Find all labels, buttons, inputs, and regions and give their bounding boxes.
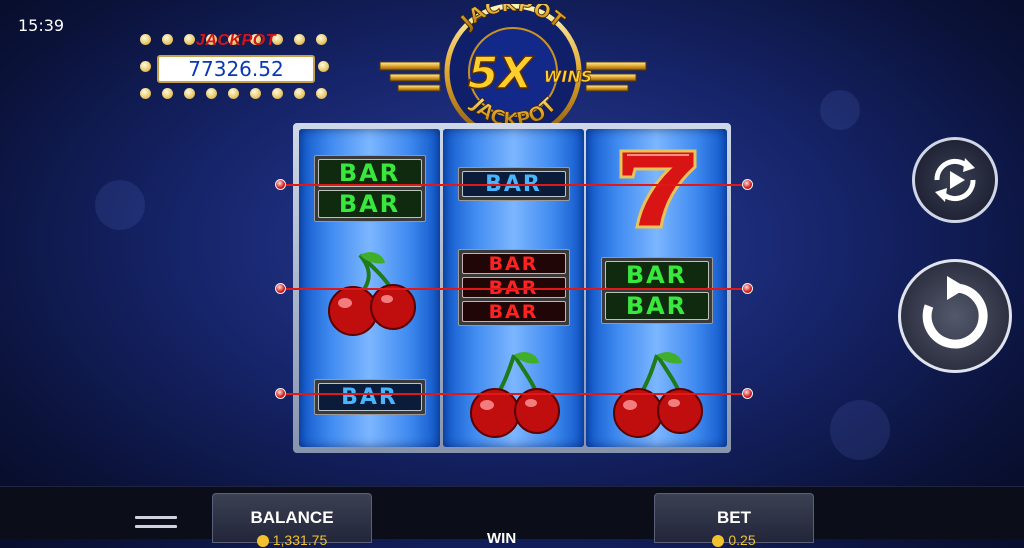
coin-icon	[256, 535, 269, 548]
bar-text: BAR	[317, 383, 422, 411]
marquee-light	[316, 88, 327, 99]
bar-text: BAR	[317, 159, 422, 187]
autoplay-button[interactable]	[912, 137, 998, 223]
symbol-bar-blue: BAR	[313, 379, 426, 415]
marquee-light	[184, 88, 195, 99]
payline-marker	[275, 283, 286, 294]
symbol-double-bar-green: BAR BAR	[600, 257, 713, 324]
jackpot-label: JACKPOT	[196, 32, 276, 49]
cherry-icon	[327, 252, 416, 336]
background-bokeh	[95, 180, 145, 230]
marquee-light	[250, 88, 261, 99]
marquee-light	[272, 88, 283, 99]
bar-text: BAR	[317, 190, 422, 218]
marquee-light	[162, 88, 173, 99]
symbol-seven-red	[586, 143, 727, 233]
status-time: 15:39	[18, 16, 65, 35]
payline-marker	[742, 179, 753, 190]
logo-center-text: 5X	[468, 48, 535, 99]
seven-icon	[619, 149, 696, 229]
symbol-cherry	[299, 247, 440, 337]
marquee-light	[294, 88, 305, 99]
bet-value: 0.25	[655, 532, 813, 548]
balance-value: 1,331.75	[213, 532, 371, 548]
marquee-light	[140, 61, 151, 72]
symbol-bar-blue: BAR	[299, 379, 440, 415]
background-bokeh	[820, 90, 860, 130]
bet-label: BET	[717, 508, 751, 527]
game-logo: JACKPOT JACKPOT 5X WINS	[379, 4, 647, 138]
payline-marker	[275, 179, 286, 190]
balance-panel: BALANCE 1,331.75	[212, 493, 372, 548]
jackpot-sign: JACKPOT 77326.52	[136, 30, 336, 104]
payline-marker	[275, 388, 286, 399]
logo-wins-text: WINS	[544, 67, 593, 86]
payline-marker	[742, 283, 753, 294]
background-bokeh	[830, 400, 890, 460]
symbol-double-bar-green: BAR BAR	[299, 155, 440, 222]
balance-label: BALANCE	[250, 508, 334, 527]
bar-text: BAR	[604, 292, 709, 320]
marquee-light	[140, 88, 151, 99]
spin-button[interactable]	[898, 259, 1012, 373]
symbol-double-bar-green: BAR BAR	[313, 155, 426, 222]
payline-marker	[742, 388, 753, 399]
bar-text: BAR	[461, 253, 566, 275]
bet-panel[interactable]: BET 0.25	[654, 493, 814, 548]
marquee-light	[228, 88, 239, 99]
bar-text: BAR	[604, 261, 709, 289]
bar-text: BAR	[461, 301, 566, 323]
marquee-light	[318, 61, 329, 72]
session-id: 6276351663	[0, 407, 3, 463]
payline-2	[281, 288, 748, 290]
payline-1	[281, 184, 748, 186]
marquee-light	[206, 88, 217, 99]
coin-icon	[712, 535, 725, 548]
win-label: WIN	[487, 530, 517, 547]
autoplay-icon	[934, 158, 976, 202]
payline-3	[281, 393, 748, 395]
spin-icon	[922, 276, 988, 349]
symbol-double-bar-green: BAR BAR	[586, 257, 727, 324]
hamburger-menu-icon[interactable]	[135, 516, 177, 538]
jackpot-amount: 77326.52	[157, 55, 315, 83]
